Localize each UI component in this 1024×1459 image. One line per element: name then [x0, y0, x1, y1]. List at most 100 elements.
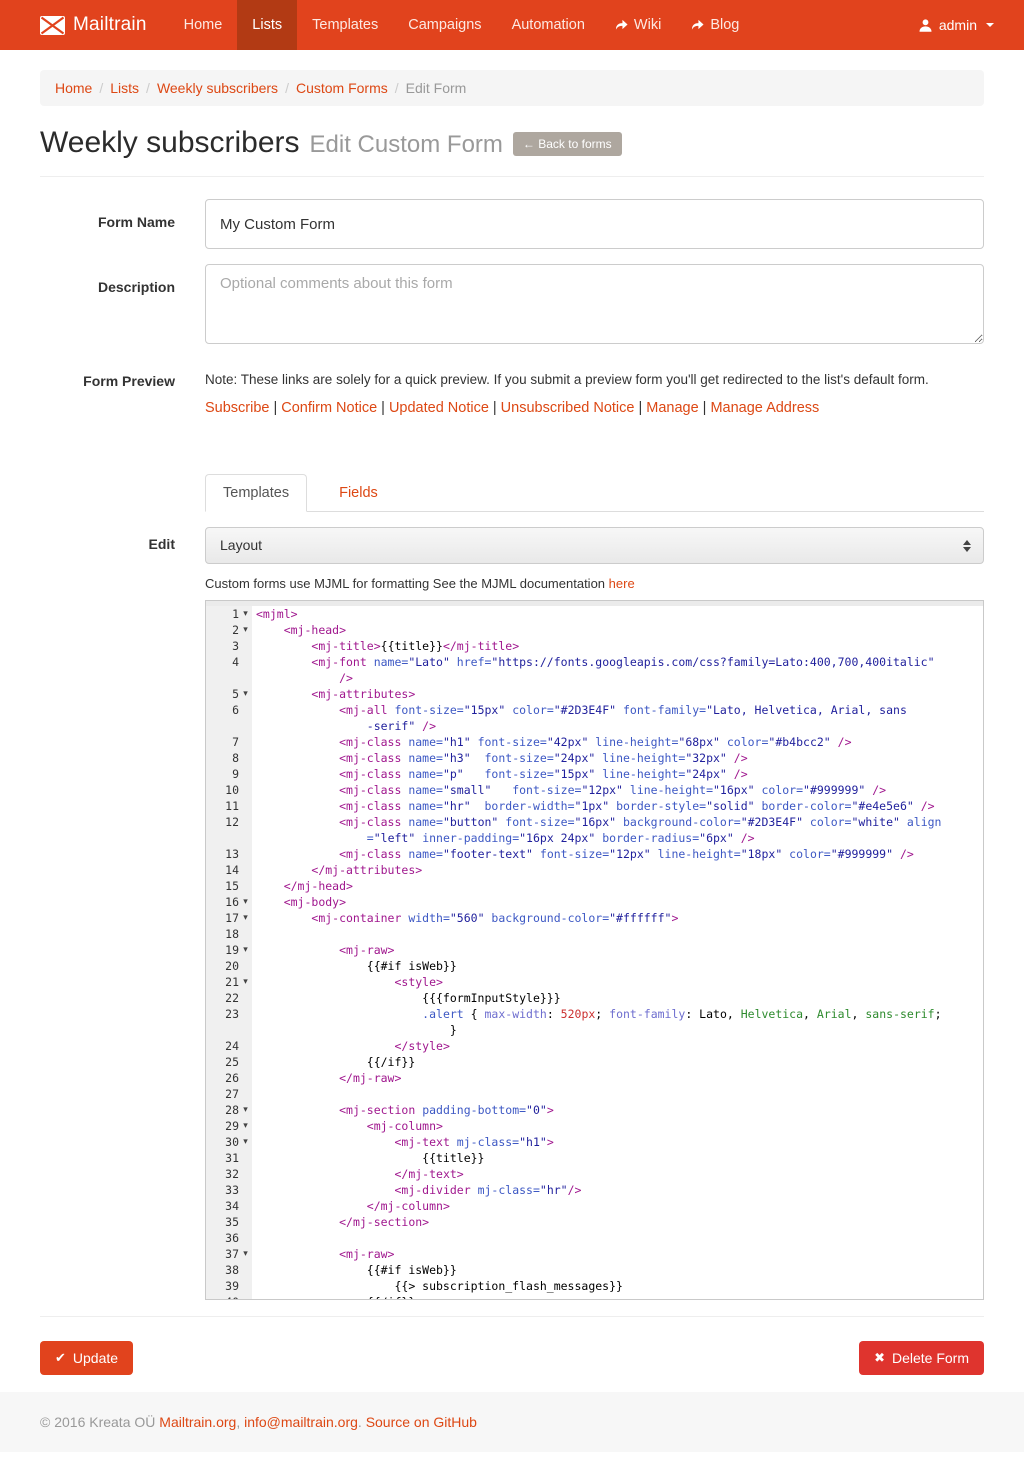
- code-text: </mj-head>: [252, 878, 353, 894]
- preview-links: Subscribe|Confirm Notice|Updated Notice|…: [205, 400, 984, 416]
- fold-toggle-icon[interactable]: ▾: [239, 622, 252, 638]
- line-gutter: 1▾: [206, 606, 252, 622]
- external-link-icon: [615, 19, 628, 31]
- footer-text: .: [358, 1414, 366, 1430]
- tab-fields[interactable]: Fields: [307, 474, 396, 511]
- description-textarea[interactable]: [205, 264, 984, 344]
- fold-toggle-icon[interactable]: ▾: [239, 910, 252, 926]
- preview-link-confirm-notice[interactable]: Confirm Notice: [281, 400, 377, 416]
- fold-toggle-icon[interactable]: ▾: [239, 606, 252, 622]
- line-gutter: 12: [206, 814, 252, 830]
- footer-link-info-mailtrain-org[interactable]: info@mailtrain.org: [244, 1414, 358, 1430]
- nav-link-home[interactable]: Home: [169, 0, 238, 50]
- nav-link-blog[interactable]: Blog: [676, 0, 754, 50]
- line-gutter: 30▾: [206, 1134, 252, 1150]
- preview-link-updated-notice[interactable]: Updated Notice: [389, 400, 489, 416]
- fold-toggle-icon[interactable]: ▾: [239, 974, 252, 990]
- code-text: <mj-raw>: [252, 942, 394, 958]
- navbar: Mailtrain HomeListsTemplatesCampaignsAut…: [0, 0, 1024, 50]
- code-line: }: [206, 1022, 983, 1038]
- line-gutter: 24: [206, 1038, 252, 1054]
- preview-link-separator: |: [493, 400, 497, 416]
- fold-toggle-icon[interactable]: ▾: [239, 942, 252, 958]
- code-line: 13 <mj-class name="footer-text" font-siz…: [206, 846, 983, 862]
- footer-link-source-on-github[interactable]: Source on GitHub: [366, 1414, 477, 1430]
- nav-link-templates[interactable]: Templates: [297, 0, 393, 50]
- nav-link-lists[interactable]: Lists: [237, 0, 297, 50]
- fold-toggle-icon[interactable]: ▾: [239, 894, 252, 910]
- back-arrow-icon: ←: [523, 137, 535, 151]
- preview-link-manage-address[interactable]: Manage Address: [710, 400, 819, 416]
- line-gutter: 32: [206, 1166, 252, 1182]
- fold-toggle-icon[interactable]: ▾: [239, 1246, 252, 1262]
- breadcrumb-link-weekly-subscribers[interactable]: Weekly subscribers: [157, 80, 278, 96]
- mjml-docs-link[interactable]: here: [609, 576, 635, 591]
- preview-link-manage[interactable]: Manage: [646, 400, 698, 416]
- code-text: {{/if}}: [252, 1294, 415, 1300]
- preview-link-subscribe[interactable]: Subscribe: [205, 400, 269, 416]
- nav-link-wiki[interactable]: Wiki: [600, 0, 676, 50]
- nav-link-automation[interactable]: Automation: [497, 0, 600, 50]
- breadcrumb-separator: /: [146, 80, 150, 96]
- line-number: 15: [225, 878, 239, 894]
- preview-link-unsubscribed-notice[interactable]: Unsubscribed Notice: [501, 400, 635, 416]
- code-text: </mj-raw>: [252, 1070, 401, 1086]
- code-line: 20 {{#if isWeb}}: [206, 958, 983, 974]
- tab-templates[interactable]: Templates: [205, 474, 307, 511]
- nav-link-campaigns[interactable]: Campaigns: [393, 0, 496, 50]
- line-gutter: 20: [206, 958, 252, 974]
- breadcrumb-link-home[interactable]: Home: [55, 80, 92, 96]
- line-number: 7: [232, 734, 239, 750]
- line-gutter: 14: [206, 862, 252, 878]
- code-line: 39 {{> subscription_flash_messages}}: [206, 1278, 983, 1294]
- code-line: 29▾ <mj-column>: [206, 1118, 983, 1134]
- code-text: <mj-class name="h3" font-size="24px" lin…: [252, 750, 748, 766]
- line-gutter: 2▾: [206, 622, 252, 638]
- line-number: 20: [225, 958, 239, 974]
- code-line: 34 </mj-column>: [206, 1198, 983, 1214]
- code-text: </mj-column>: [252, 1198, 450, 1214]
- line-number: 13: [225, 846, 239, 862]
- form-preview-label: Form Preview: [40, 372, 175, 416]
- fold-toggle-icon[interactable]: ▾: [239, 1134, 252, 1150]
- line-gutter: 37▾: [206, 1246, 252, 1262]
- fold-toggle-icon[interactable]: ▾: [239, 686, 252, 702]
- form-name-row: Form Name: [40, 199, 984, 249]
- code-text: <mj-class name="small" font-size="12px" …: [252, 782, 886, 798]
- preview-link-separator: |: [273, 400, 277, 416]
- line-number: 12: [225, 814, 239, 830]
- delete-form-button[interactable]: ✖ Delete Form: [859, 1341, 984, 1375]
- line-gutter: [206, 830, 252, 846]
- template-select[interactable]: Layout: [205, 527, 984, 564]
- update-button[interactable]: ✔ Update: [40, 1341, 133, 1375]
- line-number: 29: [225, 1118, 239, 1134]
- fold-toggle-icon[interactable]: ▾: [239, 1118, 252, 1134]
- breadcrumb-separator: /: [395, 80, 399, 96]
- code-text: </mj-attributes>: [252, 862, 422, 878]
- form-name-input[interactable]: [205, 199, 984, 249]
- breadcrumb-link-custom-forms[interactable]: Custom Forms: [296, 80, 388, 96]
- footer-link-mailtrain-org[interactable]: Mailtrain.org: [159, 1414, 236, 1430]
- brand-link[interactable]: Mailtrain: [40, 0, 147, 50]
- line-gutter: 26: [206, 1070, 252, 1086]
- code-line: 19▾ <mj-raw>: [206, 942, 983, 958]
- line-number: 9: [232, 766, 239, 782]
- back-to-forms-button[interactable]: ← Back to forms: [513, 132, 622, 156]
- code-line: 2▾ <mj-head>: [206, 622, 983, 638]
- line-gutter: 31: [206, 1150, 252, 1166]
- code-text: {{title}}: [252, 1150, 484, 1166]
- line-gutter: [206, 670, 252, 686]
- code-text: <mj-class name="hr" border-width="1px" b…: [252, 798, 935, 814]
- code-text: {{> subscription_flash_messages}}: [252, 1278, 623, 1294]
- code-text: <mj-column>: [252, 1118, 443, 1134]
- code-editor[interactable]: 1▾<mjml>2▾ <mj-head>3 <mj-title>{{title}…: [205, 600, 984, 1300]
- footer-text: © 2016 Kreata OÜ: [40, 1414, 159, 1430]
- code-line: 33 <mj-divider mj-class="hr"/>: [206, 1182, 983, 1198]
- code-line: 14 </mj-attributes>: [206, 862, 983, 878]
- breadcrumb-link-lists[interactable]: Lists: [110, 80, 139, 96]
- line-gutter: 10: [206, 782, 252, 798]
- fold-toggle-icon[interactable]: ▾: [239, 1102, 252, 1118]
- code-text: <mj-all font-size="15px" color="#2D3E4F"…: [252, 702, 907, 718]
- user-menu[interactable]: admin: [903, 0, 1024, 50]
- code-text: <mj-attributes>: [252, 686, 415, 702]
